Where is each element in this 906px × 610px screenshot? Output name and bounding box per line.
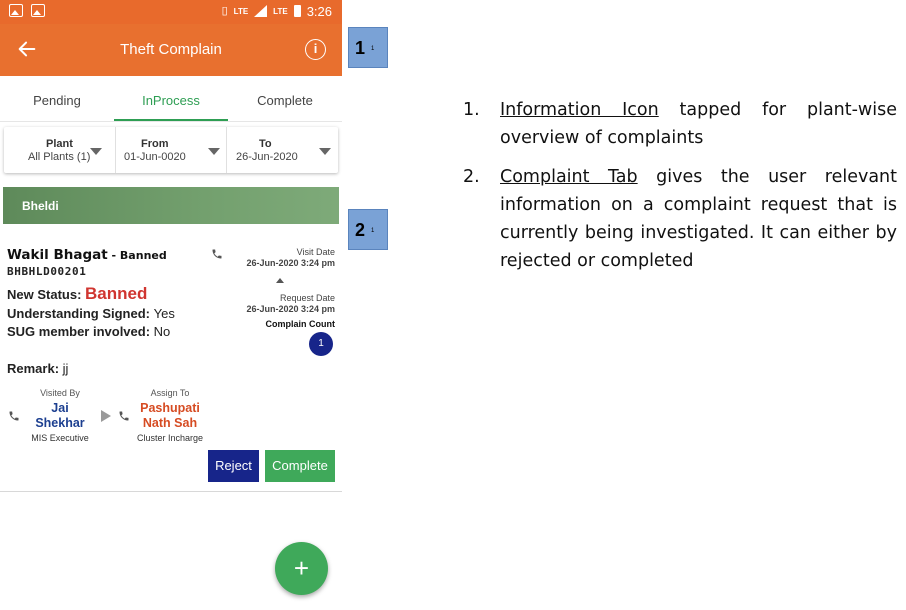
sug-label: SUG member involved: xyxy=(7,324,154,339)
arrow-right-icon xyxy=(101,410,111,422)
page-title: Theft Complain xyxy=(120,41,222,58)
chevron-down-icon xyxy=(208,148,220,155)
vibrate-icon: ▯ xyxy=(221,5,228,17)
visited-by-label: Visited By xyxy=(40,388,80,398)
note-term: Information Icon xyxy=(500,100,659,120)
complainant-name: Wakil Bhagat xyxy=(7,247,108,263)
callout-number: 2 xyxy=(355,220,366,240)
visited-by-title: MIS Executive xyxy=(31,433,89,443)
sug-value: No xyxy=(153,324,171,339)
assign-to-name: Pashupati Nath Sah xyxy=(140,401,200,430)
plant-filter[interactable]: Plant All Plants (1) xyxy=(4,127,115,173)
understanding-label: Understanding Signed: xyxy=(7,306,154,321)
chevron-up-icon[interactable] xyxy=(276,278,284,283)
from-filter-label: From xyxy=(141,138,169,150)
sug-line: SUG member involved: No xyxy=(7,324,170,339)
status-time: 3:26 xyxy=(306,3,332,19)
note-item: 1. Information Icon tapped for plant-wis… xyxy=(463,96,897,152)
status-bar: ▯ LTE LTE 3:26 xyxy=(0,0,342,24)
plant-filter-value: All Plants (1) xyxy=(28,151,91,163)
callout-number: 1 xyxy=(355,38,366,58)
lte-indicator: LTE xyxy=(273,6,288,16)
plant-filter-label: Plant xyxy=(46,138,73,150)
complaint-card[interactable]: Wakil Bhagat - Banned BHBHLD00201 New St… xyxy=(0,232,342,490)
battery-icon xyxy=(293,5,301,17)
visit-date-label: Visit Date xyxy=(296,247,335,257)
to-filter-value: 26-Jun-2020 xyxy=(236,151,298,163)
wifi-calling-icon: LTE xyxy=(233,6,249,16)
signal-icon xyxy=(254,5,268,17)
chart-icon xyxy=(31,4,45,17)
assign-to-title: Cluster Incharge xyxy=(136,433,204,443)
request-date-label: Request Date xyxy=(279,293,335,303)
annotation-notes: 1. Information Icon tapped for plant-wis… xyxy=(463,96,897,286)
remark-line: Remark: jj xyxy=(7,361,68,376)
tab-bar: Pending InProcess Complete xyxy=(0,76,342,122)
complain-count-label: Complain Count xyxy=(265,319,336,329)
complainant-status: - Banned xyxy=(107,249,167,262)
active-tab-indicator xyxy=(114,119,228,121)
card-divider xyxy=(0,491,342,492)
complain-count-badge: 1 xyxy=(309,332,333,356)
complainant-name-row: Wakil Bhagat - Banned xyxy=(7,246,167,264)
info-icon[interactable]: i xyxy=(305,39,326,60)
note-item: 2. Complaint Tab gives the user relevant… xyxy=(463,163,897,275)
add-complaint-button[interactable]: + xyxy=(275,542,328,595)
filter-bar: Plant All Plants (1) From 01-Jun-0020 To… xyxy=(4,127,338,173)
callout-sub: 1 xyxy=(371,228,375,234)
tab-pending[interactable]: Pending xyxy=(0,93,114,108)
reject-button[interactable]: Reject xyxy=(208,450,259,482)
visited-by: Visited By Jai Shekhar MIS Executive xyxy=(28,388,92,443)
chevron-down-icon xyxy=(90,148,102,155)
remark-label: Remark: xyxy=(7,361,63,376)
to-filter-label: To xyxy=(259,138,272,150)
phone-icon[interactable] xyxy=(211,248,223,260)
complainant-code: BHBHLD00201 xyxy=(7,265,87,278)
visited-by-name: Jai Shekhar xyxy=(35,401,85,430)
from-date-filter[interactable]: From 01-Jun-0020 xyxy=(115,127,226,173)
assign-to-label: Assign To xyxy=(150,388,190,398)
to-date-filter[interactable]: To 26-Jun-2020 xyxy=(226,127,338,173)
plant-name: Bheldi xyxy=(22,199,59,213)
understanding-value: Yes xyxy=(153,306,175,321)
image-icon xyxy=(9,4,23,17)
callout-1: 1 1 xyxy=(348,27,388,68)
remark-value: jj xyxy=(62,361,69,376)
phone-icon[interactable] xyxy=(8,410,20,422)
new-status-line: New Status: Banned xyxy=(7,284,147,304)
chevron-down-icon xyxy=(319,148,331,155)
note-number: 2. xyxy=(463,167,480,187)
request-date: 26-Jun-2020 3:24 pm xyxy=(246,304,335,314)
callout-2: 2 1 xyxy=(348,209,388,250)
tab-inprocess[interactable]: InProcess xyxy=(114,93,228,108)
new-status-value: Banned xyxy=(85,284,148,303)
plant-section-header: Bheldi xyxy=(3,187,339,224)
note-term: Complaint Tab xyxy=(500,167,638,187)
understanding-line: Understanding Signed: Yes xyxy=(7,306,175,321)
from-filter-value: 01-Jun-0020 xyxy=(124,151,186,163)
app-bar: Theft Complain i xyxy=(0,24,342,76)
note-number: 1. xyxy=(463,100,480,120)
callout-sub: 1 xyxy=(371,46,375,52)
new-status-label: New Status: xyxy=(7,287,86,302)
assign-to: Assign To Pashupati Nath Sah Cluster Inc… xyxy=(128,388,212,443)
complete-button[interactable]: Complete xyxy=(265,450,335,482)
tab-complete[interactable]: Complete xyxy=(228,93,342,108)
phone-screen: ▯ LTE LTE 3:26 Theft Complain i Pending … xyxy=(0,0,342,610)
visit-date: 26-Jun-2020 3:24 pm xyxy=(246,258,335,268)
